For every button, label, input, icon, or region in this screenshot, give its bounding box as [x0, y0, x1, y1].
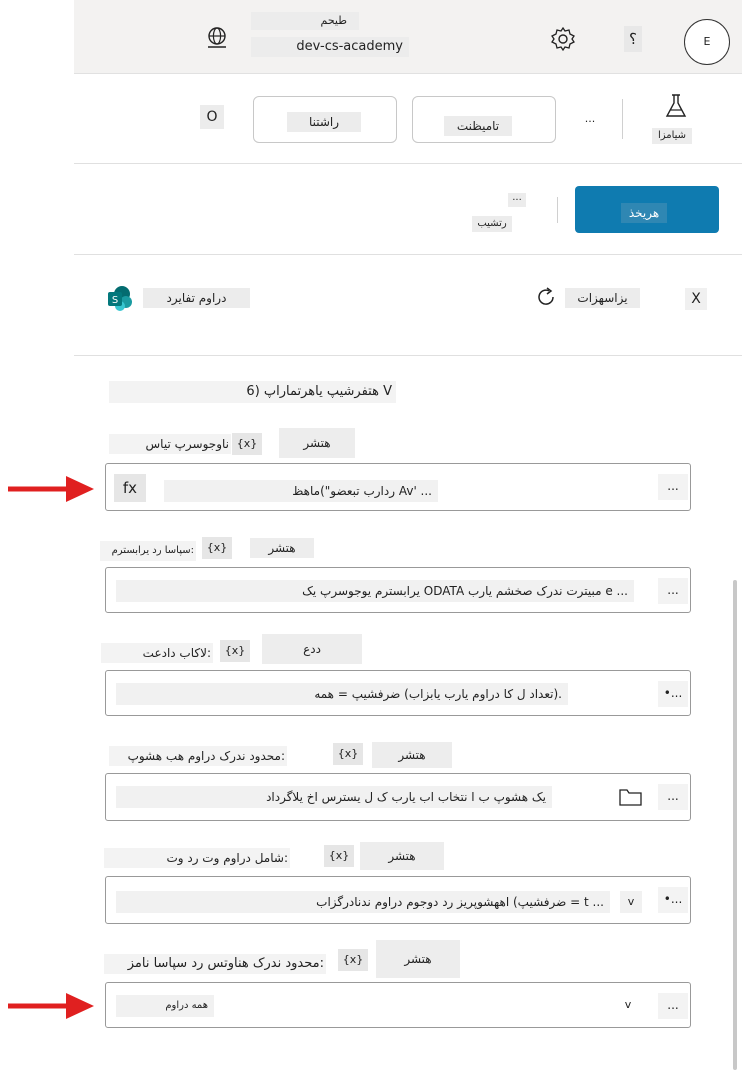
publish-button[interactable]: راشتنا [253, 96, 397, 143]
param-label-limit-folder: محدود ندرک دراوم هب هشوپ: [109, 746, 287, 766]
param-input-top-count[interactable]: تعداد ل کا دراوم یارب یابزاب) ضرفشیپ = ه… [105, 670, 691, 716]
refresh-icon-svg [538, 287, 554, 305]
more-label[interactable]: رتشیب [472, 216, 512, 232]
globe-icon[interactable] [204, 25, 230, 51]
toolbar-ellipsis[interactable]: ... [579, 113, 601, 127]
more-dots[interactable]: ... [508, 193, 526, 207]
flask-icon[interactable] [664, 92, 688, 120]
param-more-limit-folder[interactable]: ... [658, 784, 688, 810]
param-value-limit-folder: یک هشوپ ب ا نتخاب اب یارب ک ل یسترس اخ ی… [116, 786, 552, 808]
folder-icon[interactable] [618, 786, 644, 808]
toolbar2-divider-line [74, 254, 742, 255]
param-label-search-query: ناوجوسرپ تیاس [109, 434, 231, 454]
param-input-limit-columns[interactable]: همه دراوم v ... [105, 982, 691, 1028]
param-label-include-nested: شامل دراوم وت رد وت: [104, 848, 290, 868]
sharepoint-icon-svg: S [108, 286, 132, 311]
save-button-label: هریخذ [621, 203, 667, 223]
scrollbar[interactable] [733, 580, 737, 1070]
param-label-top-count: لاکاب دادعت: [101, 643, 213, 663]
param-value-include-nested: ضرفشیپ) اههشوپریز رد دوجوم دراوم ندنادرگ… [116, 891, 610, 913]
param-more-limit-columns[interactable]: ... [658, 993, 688, 1019]
param-input-include-nested[interactable]: ضرفشیپ) اههشوپریز رد دوجوم دراوم ندنادرگ… [105, 876, 691, 924]
close-icon[interactable]: X [685, 288, 707, 310]
settings-button-label: تامیظنت [444, 116, 512, 136]
param-label-order-by: سپاسا رد یرابسترم: [100, 541, 196, 561]
param-type-search-query: هتشر [279, 428, 355, 458]
param-chevron-include-nested[interactable]: v [620, 891, 642, 913]
environment-label: طیحم [251, 12, 359, 30]
connection-divider [74, 355, 742, 356]
sharepoint-action-label: دراوم تفایرد [143, 288, 250, 308]
publish-button-label: راشتنا [287, 112, 361, 132]
param-input-order-by[interactable]: یرابسترم یوجوسرپ یک ODATA مبیترت ندرک صخ… [105, 567, 691, 613]
test-label: شیامزا [652, 128, 692, 144]
svg-text:S: S [112, 295, 118, 306]
help-icon[interactable]: ؟ [624, 26, 642, 52]
param-fx-top-count[interactable]: {x} [220, 640, 250, 662]
red-arrow-pointer [8, 476, 94, 502]
param-more-search-query[interactable]: ... [658, 474, 688, 500]
sharepoint-icon: S [106, 284, 134, 312]
toolbar2-divider [557, 197, 558, 223]
flask-icon-svg [665, 94, 687, 117]
param-more-include-nested[interactable]: •... [658, 887, 688, 913]
param-type-top-count: ددع [262, 634, 362, 664]
refresh-icon[interactable] [534, 285, 558, 309]
param-fx-limit-folder[interactable]: {x} [333, 743, 363, 765]
param-fx-include-nested[interactable]: {x} [324, 845, 354, 867]
param-type-limit-folder: هتشر [372, 742, 452, 768]
environment-name[interactable]: dev-cs-academy [251, 37, 409, 57]
red-arrow-pointer [8, 993, 94, 1019]
param-input-search-query[interactable]: fx ردارب تبعضو")ماهظ Av' ... ... [105, 463, 691, 511]
gear-icon [551, 26, 575, 52]
param-type-include-nested: هتشر [360, 842, 444, 870]
param-value-order-by: یرابسترم یوجوسرپ یک ODATA مبیترت ندرک صخ… [116, 580, 634, 602]
settings-button[interactable]: تامیظنت [412, 96, 556, 143]
refresh-label[interactable]: یزاسهزات [565, 288, 640, 308]
param-type-limit-columns: هتشر [376, 940, 460, 978]
settings-gear-icon[interactable] [549, 25, 577, 53]
param-more-order-by[interactable]: ... [658, 578, 688, 604]
param-fx-order-by[interactable]: {x} [202, 537, 232, 559]
param-label-limit-columns: محدود ندرک هناوتس رد سپاسا نامز: [104, 954, 326, 974]
toolbar-circle-icon[interactable]: O [200, 105, 224, 129]
param-chevron-limit-columns[interactable]: v [618, 995, 638, 1015]
toolbar-divider-line [74, 163, 742, 164]
param-value-search-query: ردارب تبعضو")ماهظ Av' ... [164, 480, 438, 502]
param-more-top-count[interactable]: •... [658, 681, 688, 707]
param-value-top-count: تعداد ل کا دراوم یارب یابزاب) ضرفشیپ = ه… [116, 683, 568, 705]
param-input-limit-folder[interactable]: یک هشوپ ب ا نتخاب اب یارب ک ل یسترس اخ ی… [105, 773, 691, 821]
toolbar-divider [622, 99, 623, 139]
folder-icon-svg [619, 789, 642, 806]
param-value-limit-columns: همه دراوم [116, 995, 214, 1017]
formula-fx-icon[interactable]: fx [114, 474, 146, 502]
user-avatar[interactable]: E [684, 19, 730, 65]
param-type-order-by: هتشر [250, 538, 314, 558]
globe-icon-svg [208, 27, 226, 48]
param-fx-search-query[interactable]: {x} [232, 433, 262, 455]
advanced-parameters-title[interactable]: هتفرشیپ یاهرتماراپ (6 V [109, 381, 396, 403]
param-fx-limit-columns[interactable]: {x} [338, 949, 368, 971]
